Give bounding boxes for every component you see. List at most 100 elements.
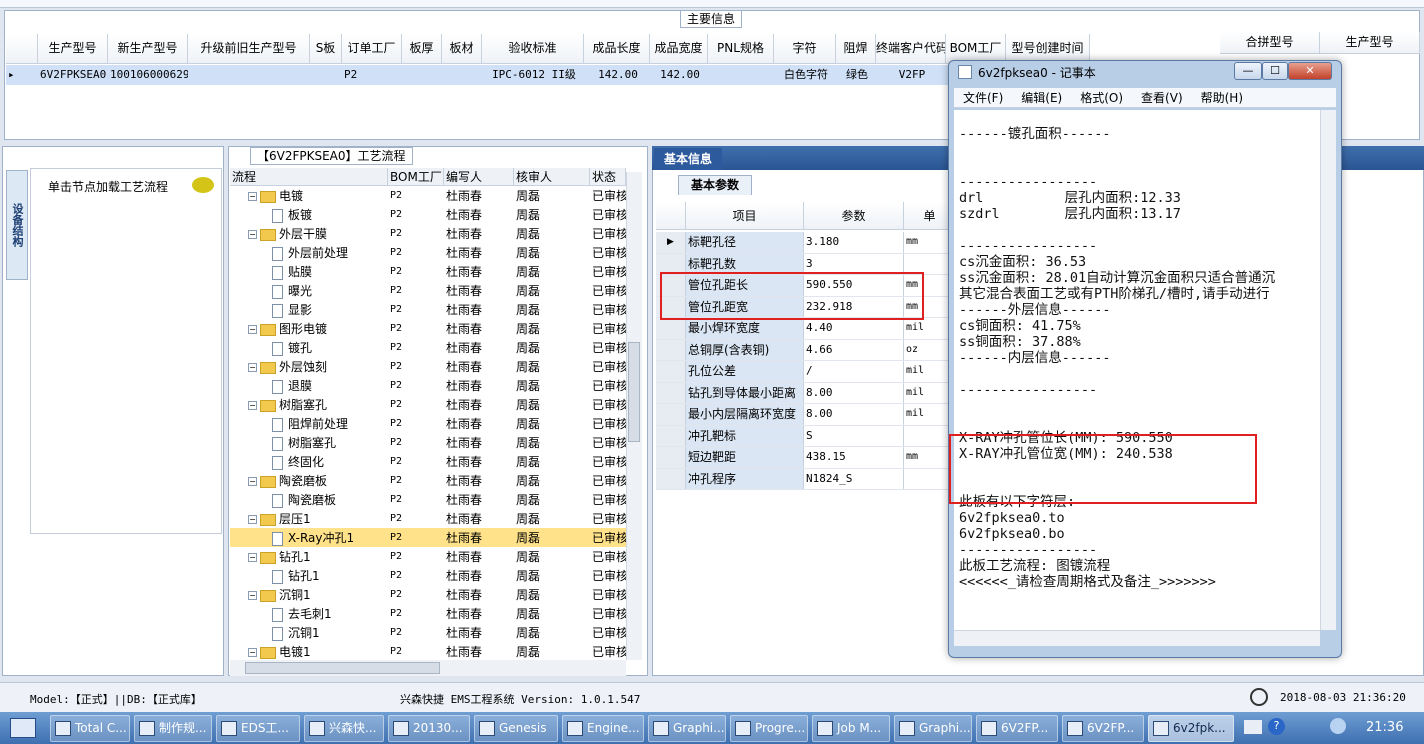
- tree-row[interactable]: 板镀 P2 杜雨春 周磊 已审核: [230, 205, 626, 224]
- start-button[interactable]: [10, 718, 36, 738]
- main-col-9[interactable]: 成品宽度: [650, 34, 708, 64]
- maximize-button[interactable]: ☐: [1262, 62, 1288, 80]
- param-value[interactable]: 3: [804, 253, 904, 274]
- tree-row[interactable]: 沉铜1 P2 杜雨春 周磊 已审核: [230, 623, 626, 642]
- taskbar-item[interactable]: EDS工...: [216, 715, 300, 742]
- taskbar-item[interactable]: 20130...: [388, 715, 470, 742]
- param-value[interactable]: 438.15: [804, 447, 904, 468]
- param-row[interactable]: ▶ 标靶孔径 3.180 mm: [656, 232, 956, 254]
- tree-row[interactable]: − 层压1 P2 杜雨春 周磊 已审核: [230, 509, 626, 528]
- main-col-13[interactable]: 终端客户代码: [876, 34, 946, 64]
- main-col-7[interactable]: 验收标准: [482, 34, 584, 64]
- main-cell-6[interactable]: [442, 65, 482, 85]
- taskbar-item[interactable]: 制作规...: [134, 715, 212, 742]
- main-cell-2[interactable]: [188, 65, 310, 85]
- tree-row[interactable]: − 树脂塞孔 P2 杜雨春 周磊 已审核: [230, 395, 626, 414]
- notepad-menu-item[interactable]: 帮助(H): [1192, 88, 1252, 107]
- tree-row[interactable]: − 沉铜1 P2 杜雨春 周磊 已审核: [230, 585, 626, 604]
- collapse-icon[interactable]: −: [248, 230, 257, 239]
- main-cell-4[interactable]: P2: [342, 65, 402, 85]
- merge-col-1[interactable]: 生产型号: [1320, 32, 1420, 54]
- taskbar-item[interactable]: Progre...: [730, 715, 808, 742]
- param-col-0[interactable]: 项目: [686, 202, 804, 230]
- tree-col-2[interactable]: 编写人: [444, 168, 514, 185]
- taskbar-item[interactable]: 兴森快...: [304, 715, 384, 742]
- tree-row[interactable]: 去毛刺1 P2 杜雨春 周磊 已审核: [230, 604, 626, 623]
- tree-row[interactable]: 贴膜 P2 杜雨春 周磊 已审核: [230, 262, 626, 281]
- main-col-1[interactable]: 新生产型号: [108, 34, 188, 64]
- tree-row[interactable]: X-Ray冲孔1 P2 杜雨春 周磊 已审核: [230, 528, 626, 547]
- taskbar-clock[interactable]: 21:36: [1366, 720, 1403, 735]
- param-row[interactable]: 最小焊环宽度 4.40 mil: [656, 318, 956, 340]
- notepad-menu-item[interactable]: 查看(V): [1132, 88, 1192, 107]
- main-cell-13[interactable]: V2FP: [876, 65, 946, 85]
- merge-col-0[interactable]: 合拼型号: [1220, 32, 1320, 54]
- main-cell-12[interactable]: 绿色: [836, 65, 876, 85]
- main-col-0[interactable]: 生产型号: [38, 34, 108, 64]
- param-row[interactable]: 孔位公差 / mil: [656, 361, 956, 383]
- param-row[interactable]: 钻孔到导体最小距离 8.00 mil: [656, 382, 956, 404]
- param-grid-body[interactable]: ▶ 标靶孔径 3.180 mm 标靶孔数 3 管位孔距长 590.550 mm 管位孔距宽 232.…: [656, 232, 956, 490]
- tree-row[interactable]: − 电镀 P2 杜雨春 周磊 已审核: [230, 186, 626, 205]
- notepad-horizontal-scrollbar[interactable]: [954, 630, 1320, 646]
- tree-row[interactable]: 阻焊前处理 P2 杜雨春 周磊 已审核: [230, 414, 626, 433]
- main-col-2[interactable]: 升级前旧生产型号: [188, 34, 310, 64]
- main-col-10[interactable]: PNL规格: [708, 34, 774, 64]
- tree-row[interactable]: 陶瓷磨板 P2 杜雨春 周磊 已审核: [230, 490, 626, 509]
- param-row[interactable]: 最小内层隔离环宽度 8.00 mil: [656, 404, 956, 426]
- taskbar-item[interactable]: Genesis: [474, 715, 558, 742]
- taskbar-item[interactable]: Graphi...: [894, 715, 972, 742]
- collapse-icon[interactable]: −: [248, 363, 257, 372]
- param-value[interactable]: 4.40: [804, 318, 904, 339]
- close-button[interactable]: ✕: [1288, 62, 1332, 80]
- notepad-menu-item[interactable]: 格式(O): [1071, 88, 1132, 107]
- tree-horizontal-scroll-thumb[interactable]: [245, 662, 440, 674]
- main-col-6[interactable]: 板材: [442, 34, 482, 64]
- param-row[interactable]: 冲孔程序 N1824_S: [656, 468, 956, 490]
- main-cell-9[interactable]: 142.00: [650, 65, 708, 85]
- param-row[interactable]: 短边靶距 438.15 mm: [656, 447, 956, 469]
- param-value[interactable]: S: [804, 425, 904, 446]
- tree-row[interactable]: − 外层蚀刻 P2 杜雨春 周磊 已审核: [230, 357, 626, 376]
- main-grid-row[interactable]: ▸6V2FPKSEA010010600062918P2IPC-6012 II级1…: [6, 65, 1090, 85]
- collapse-icon[interactable]: −: [248, 648, 257, 657]
- tree-col-0[interactable]: 流程: [230, 168, 388, 185]
- main-cell-5[interactable]: [402, 65, 442, 85]
- tree-row[interactable]: 显影 P2 杜雨春 周磊 已审核: [230, 300, 626, 319]
- param-col-1[interactable]: 参数: [804, 202, 904, 230]
- taskbar-item[interactable]: 6V2FP...: [976, 715, 1058, 742]
- tree-row[interactable]: 退膜 P2 杜雨春 周磊 已审核: [230, 376, 626, 395]
- taskbar-item[interactable]: 6V2FP...: [1062, 715, 1144, 742]
- device-structure-area[interactable]: [30, 168, 222, 534]
- main-cell-11[interactable]: 白色字符: [774, 65, 836, 85]
- tree-row[interactable]: 曝光 P2 杜雨春 周磊 已审核: [230, 281, 626, 300]
- main-col-8[interactable]: 成品长度: [584, 34, 650, 64]
- main-col-3[interactable]: S板: [310, 34, 342, 64]
- taskbar-item[interactable]: Engine...: [562, 715, 644, 742]
- tree-row[interactable]: 终固化 P2 杜雨春 周磊 已审核: [230, 452, 626, 471]
- tab-basic-info[interactable]: 基本信息: [654, 148, 722, 170]
- main-cell-7[interactable]: IPC-6012 II级: [482, 65, 584, 85]
- param-value[interactable]: 8.00: [804, 404, 904, 425]
- tree-row[interactable]: − 陶瓷磨板 P2 杜雨春 周磊 已审核: [230, 471, 626, 490]
- tree-row[interactable]: 钻孔1 P2 杜雨春 周磊 已审核: [230, 566, 626, 585]
- notepad-menu-item[interactable]: 文件(F): [954, 88, 1012, 107]
- param-value[interactable]: /: [804, 361, 904, 382]
- collapse-icon[interactable]: −: [248, 477, 257, 486]
- main-cell-3[interactable]: [310, 65, 342, 85]
- param-value[interactable]: 3.180: [804, 232, 904, 253]
- tree-row[interactable]: 镀孔 P2 杜雨春 周磊 已审核: [230, 338, 626, 357]
- param-value[interactable]: N1824_S: [804, 468, 904, 489]
- minimize-button[interactable]: —: [1234, 62, 1262, 80]
- keyboard-icon[interactable]: [1244, 720, 1262, 734]
- notepad-text-area[interactable]: ------镀孔面积------ ----------------- drl 层孔内…: [954, 110, 1320, 630]
- process-tree-body[interactable]: − 电镀 P2 杜雨春 周磊 已审核 板镀 P2 杜雨春 周磊 已审核 − 外层干膜 P2 杜雨春 周磊 已审核…: [230, 186, 626, 660]
- tree-row[interactable]: − 图形电镀 P2 杜雨春 周磊 已审核: [230, 319, 626, 338]
- param-value[interactable]: 4.66: [804, 339, 904, 360]
- param-row[interactable]: 总铜厚(含表铜) 4.66 oz: [656, 339, 956, 361]
- tree-row[interactable]: 树脂塞孔 P2 杜雨春 周磊 已审核: [230, 433, 626, 452]
- tree-col-3[interactable]: 核审人: [514, 168, 590, 185]
- main-col-12[interactable]: 阻焊: [836, 34, 876, 64]
- main-cell-10[interactable]: [708, 65, 774, 85]
- tree-vertical-scroll-thumb[interactable]: [628, 342, 640, 442]
